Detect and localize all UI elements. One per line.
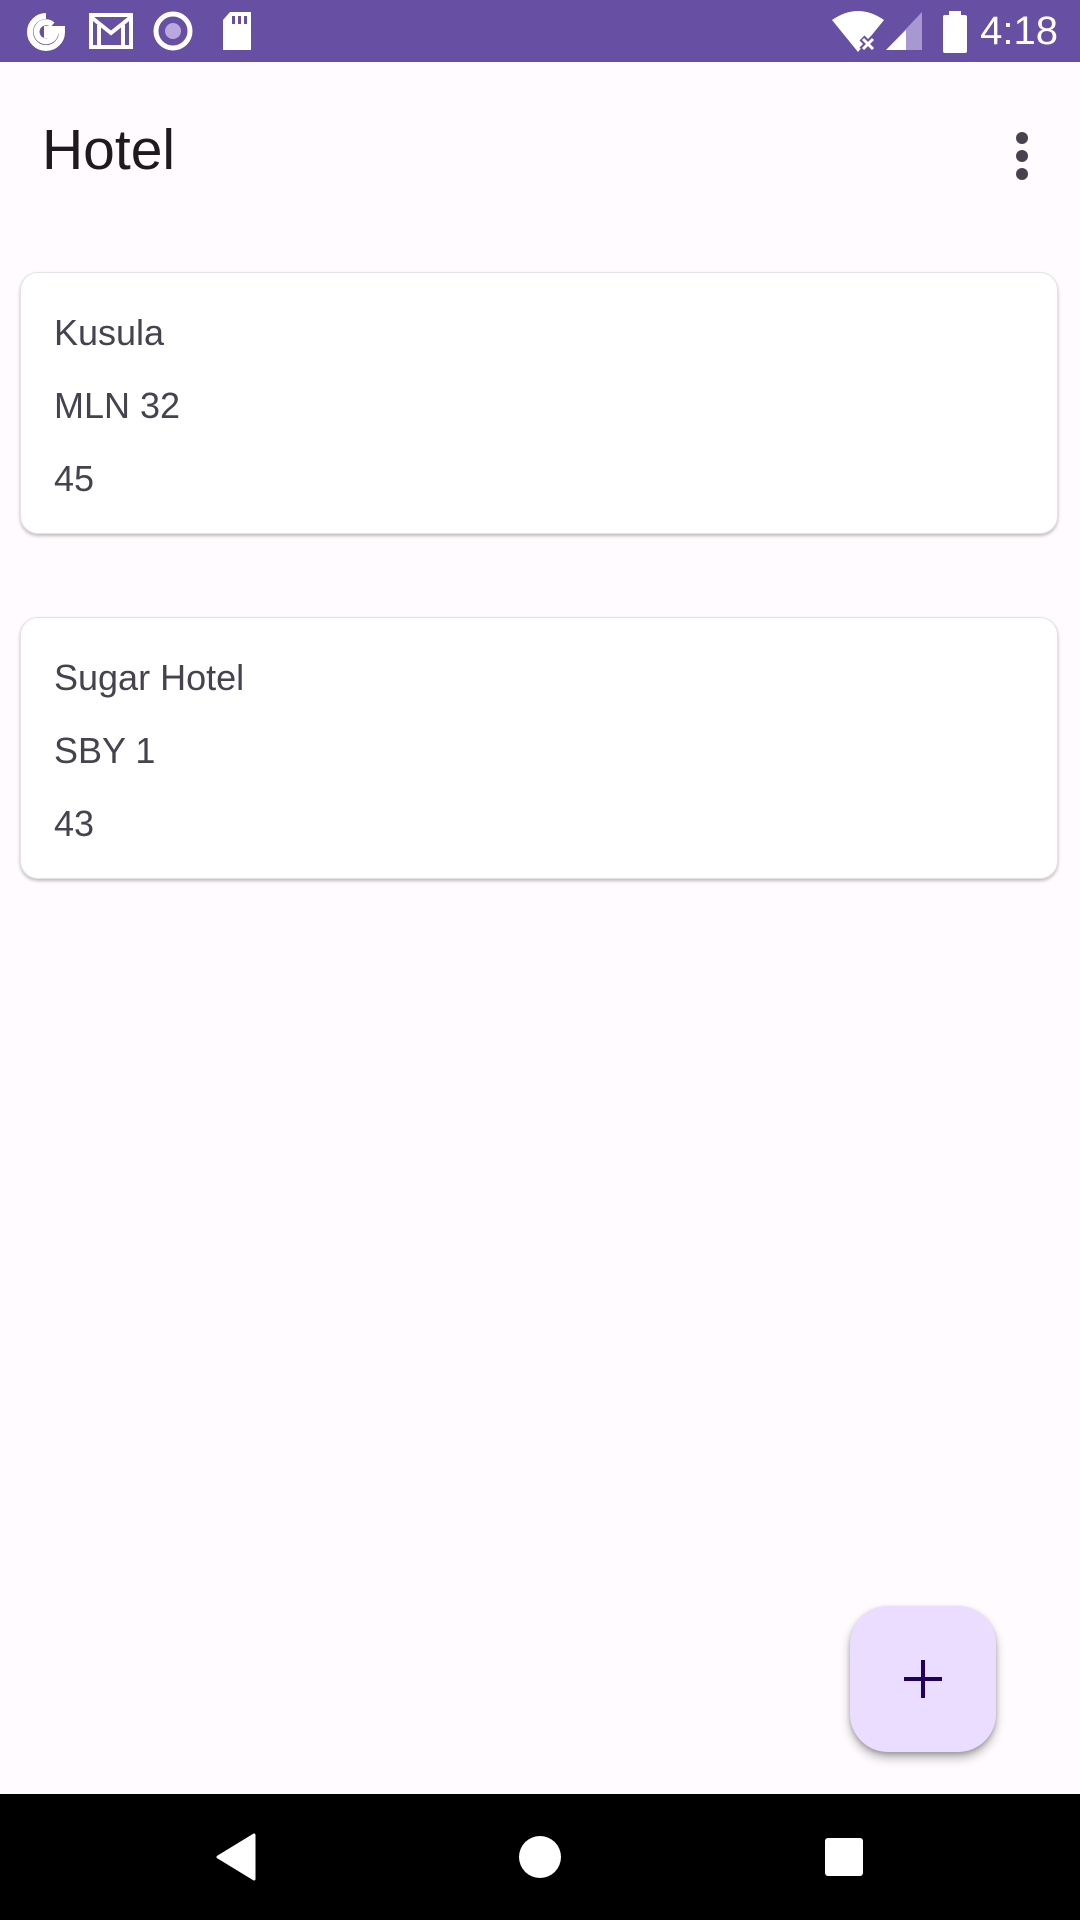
gmail-icon [89,13,133,49]
hotel-address: MLN 32 [54,385,181,426]
hotel-name: Kusula [54,312,165,353]
hotel-name: Sugar Hotel [54,657,245,698]
navigation-bar [0,1794,1080,1920]
sd-card-icon [223,12,251,50]
status-time: 4:18 [980,9,1058,53]
more-vert-icon [1016,132,1028,180]
google-icon [27,13,65,51]
home-button[interactable] [492,1816,588,1898]
hotel-card[interactable]: Kusula MLN 32 45 [20,272,1058,534]
status-bar: 4:18 [0,0,1080,62]
hotel-value: 45 [54,458,95,499]
overflow-menu-button[interactable] [964,98,1080,214]
hotel-card[interactable]: Sugar Hotel SBY 1 43 [20,617,1058,879]
page-title: Hotel [42,118,176,182]
back-icon [216,1833,256,1881]
plus-icon [904,1660,942,1698]
hotel-address: SBY 1 [54,730,156,771]
wifi-icon [832,11,884,53]
recents-button[interactable] [796,1816,892,1898]
recents-icon [825,1838,863,1876]
radio-icon [153,11,193,51]
hotel-value: 43 [54,803,95,844]
back-button[interactable] [188,1816,284,1898]
home-icon [519,1836,561,1878]
app-bar: Hotel [0,62,1080,238]
signal-icon [886,12,922,50]
battery-icon [943,11,967,53]
add-hotel-button[interactable] [850,1606,996,1752]
